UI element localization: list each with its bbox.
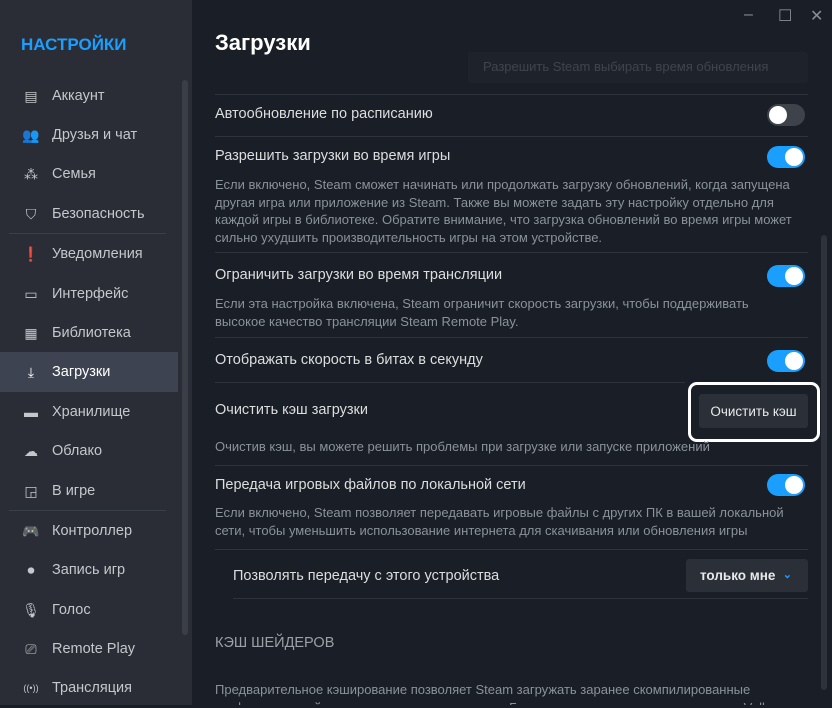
shader-cache-heading: КЭШ ШЕЙДЕРОВ [215, 635, 335, 651]
sidebar-item[interactable]: 🎮 Контроллер [0, 511, 178, 551]
sidebar-item[interactable]: ⤓ Загрузки [0, 352, 178, 392]
sidebar-title: НАСТРОЙКИ [21, 35, 127, 54]
sidebar-item-label: Хранилище [52, 404, 131, 420]
maximize-button[interactable]: ☐ [778, 6, 792, 26]
sidebar-item-label: Облако [52, 443, 103, 459]
divider [215, 382, 685, 383]
sidebar-item[interactable]: ☁ Облако [0, 431, 178, 471]
sidebar-divider [9, 233, 166, 234]
sidebar-item-label: Семья [52, 166, 96, 182]
sidebar-item[interactable]: 🎙 Голос [0, 590, 178, 630]
sidebar-item-label: Аккаунт [52, 88, 105, 104]
bits-per-second-label: Отображать скорость в битах в секунду [215, 352, 483, 368]
sidebar-item[interactable]: ▭ Интерфейс [0, 274, 178, 314]
sidebar-scrollbar[interactable] [182, 80, 188, 635]
bits-per-second-toggle[interactable] [767, 350, 805, 372]
alert-icon: ❗ [22, 245, 40, 262]
sidebar-item-label: Запись игр [52, 562, 126, 578]
sidebar-item-label: Загрузки [52, 364, 111, 380]
sidebar-item-label: В игре [52, 483, 96, 499]
sidebar-item[interactable]: ▬ Хранилище [0, 392, 178, 432]
shader-cache-desc: Предварительное кэширование позволяет St… [215, 682, 783, 705]
sidebar-item[interactable]: ⎚ Remote Play [0, 629, 178, 669]
lan-transfer-desc: Если включено, Steam позволяет передават… [215, 505, 784, 538]
divider [233, 598, 808, 599]
page-title: Загрузки [215, 30, 311, 55]
lan-transfer-label: Передача игровых файлов по локальной сет… [215, 477, 526, 493]
account-card-icon: ▤ [24, 87, 38, 104]
chevron-down-icon: ⌄ [782, 569, 792, 581]
rec-icon: ⏺ [27, 561, 35, 578]
lan-transfer-toggle[interactable] [767, 474, 805, 496]
sidebar-item-label: Библиотека [52, 325, 131, 341]
close-button[interactable]: ✕ [810, 6, 823, 26]
sidebar-item[interactable]: ⛉ Безопасность [0, 194, 178, 234]
sidebar-item-label: Голос [52, 602, 91, 618]
highlight-frame [688, 382, 820, 442]
minimize-button[interactable]: – [744, 6, 753, 24]
allow-during-game-label: Разрешить загрузки во время игры [215, 148, 451, 164]
divider [215, 252, 808, 253]
main-scrollbar[interactable] [821, 235, 827, 690]
sidebar-item[interactable]: ❗ Уведомления [0, 234, 178, 274]
cast-icon: ⎚ [25, 640, 37, 657]
allow-during-game-toggle[interactable] [767, 146, 805, 168]
divider [215, 549, 808, 550]
sidebar-item[interactable]: ⁂ Семья [0, 154, 178, 194]
shield-icon: ⛉ [25, 205, 37, 222]
microphone-icon: 🎙 [22, 601, 40, 618]
divider [215, 337, 808, 338]
sidebar-item[interactable]: ▦ Библиотека [0, 313, 178, 353]
throttle-streaming-desc: Если эта настройка включена, Steam огран… [215, 296, 749, 329]
family-icon: ⁂ [24, 165, 38, 182]
grid-icon: ▦ [24, 324, 38, 341]
sidebar-item-label: Уведомления [52, 246, 143, 262]
sidebar-item[interactable]: ⏺ Запись игр [0, 550, 178, 590]
sidebar-item[interactable]: ◲ В игре [0, 471, 178, 511]
divider [215, 136, 808, 137]
sidebar-item-label: Трансляция [52, 680, 132, 696]
divider [215, 94, 808, 95]
sidebar-item-label: Контроллер [52, 523, 133, 539]
sidebar: НАСТРОЙКИ ▤ Аккаунт 👥 Друзья и чат ⁂ Семья ⛉ Бе… [0, 0, 192, 705]
broadcast-icon: ((•)) [23, 683, 39, 693]
auto-update-label: Автообновление по расписанию [215, 106, 433, 122]
update-time-dropdown[interactable]: Разрешить Steam выбирать время обновлени… [468, 52, 808, 83]
throttle-streaming-label: Ограничить загрузки во время трансляции [215, 267, 503, 283]
sidebar-item-label: Друзья и чат [52, 127, 138, 143]
throttle-streaming-toggle[interactable] [767, 265, 805, 287]
sidebar-item[interactable]: 👥 Друзья и чат [0, 115, 178, 155]
sidebar-item[interactable]: ((•)) Трансляция [0, 668, 178, 708]
friends-icon: 👥 [22, 126, 40, 143]
monitor-icon: ▭ [24, 285, 38, 302]
download-icon: ⤓ [27, 363, 35, 380]
sidebar-item-label: Безопасность [52, 206, 145, 222]
clear-cache-label: Очистить кэш загрузки [215, 402, 368, 418]
auto-update-toggle[interactable] [767, 104, 805, 126]
drive-icon: ▬ [24, 404, 38, 420]
ingame-icon: ◲ [24, 482, 38, 499]
cloud-icon: ☁ [24, 442, 38, 459]
sidebar-divider [9, 510, 166, 511]
clear-cache-desc: Очистив кэш, вы можете решить проблемы п… [215, 439, 710, 454]
allow-from-device-dropdown[interactable]: только мне ⌄ [686, 559, 808, 592]
allow-from-device-label: Позволять передачу с этого устройства [233, 568, 500, 584]
dropdown-value: только мне [700, 568, 776, 583]
sidebar-item-label: Интерфейс [52, 286, 129, 302]
allow-during-game-desc: Если включено, Steam сможет начинать или… [215, 177, 792, 245]
gamepad-icon: 🎮 [22, 522, 40, 539]
sidebar-item[interactable]: ▤ Аккаунт [0, 76, 178, 116]
sidebar-item-label: Remote Play [52, 641, 136, 657]
divider [215, 465, 808, 466]
